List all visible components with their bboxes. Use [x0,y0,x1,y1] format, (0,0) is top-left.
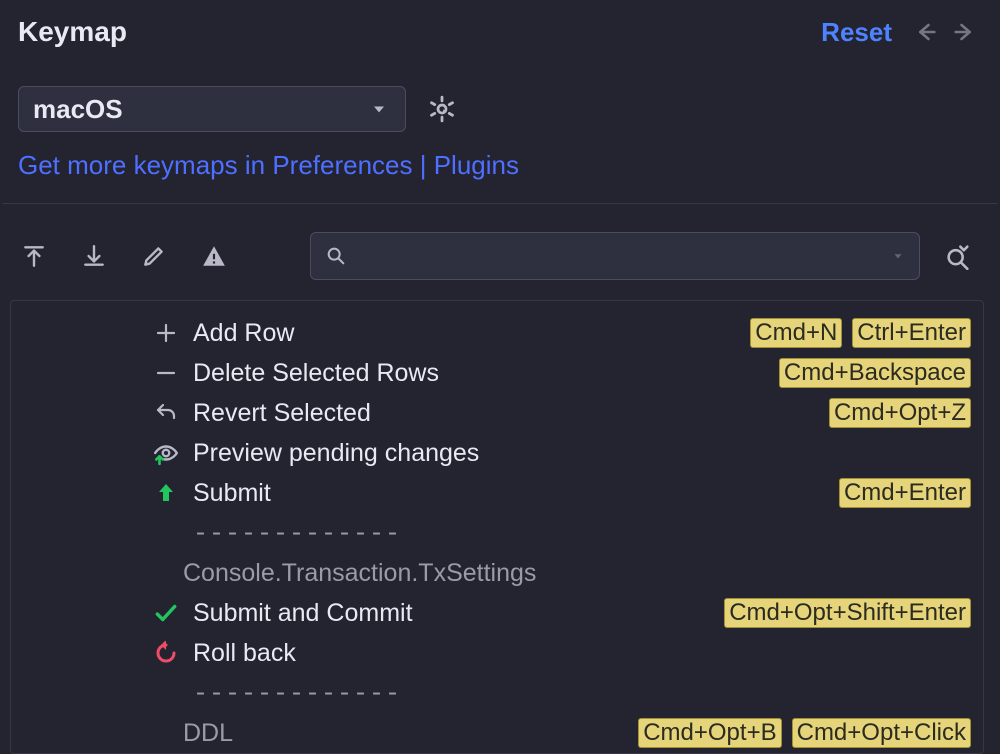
check-icon [151,598,181,628]
chevron-down-icon[interactable] [891,249,905,263]
action-row[interactable]: DDL Cmd+Opt+B Cmd+Opt+Click [15,713,979,753]
separator-label: ------------- [193,679,401,708]
edit-icon[interactable] [138,240,170,272]
undo-icon [151,398,181,428]
shortcuts: Cmd+Enter [839,478,971,508]
action-label: Revert Selected [193,399,371,428]
action-label: Delete Selected Rows [193,359,439,388]
action-label: Roll back [193,639,296,668]
search-input[interactable] [310,232,920,280]
eye-up-icon [151,438,181,468]
back-icon[interactable] [910,17,940,47]
page-title: Keymap [18,16,127,48]
shortcut-badge: Cmd+Opt+Click [792,718,971,748]
action-label: Console.Transaction.TxSettings [183,559,536,588]
link-text: Get more keymaps in Preferences | Plugin… [18,150,519,180]
search-field[interactable] [357,241,881,271]
shortcut-badge: Cmd+Opt+Shift+Enter [724,598,971,628]
nav-arrows [910,17,980,47]
action-row[interactable]: Preview pending changes [15,433,979,473]
shortcuts: Cmd+N Ctrl+Enter [750,318,971,348]
shortcut-badge: Cmd+Opt+Z [829,398,971,428]
keymap-select[interactable]: macOS [18,86,406,132]
gear-icon[interactable] [426,93,458,125]
warning-icon[interactable] [198,240,230,272]
toolbar-left [18,240,230,272]
action-row[interactable]: Revert Selected Cmd+Opt+Z [15,393,979,433]
shortcuts: Cmd+Backspace [779,358,971,388]
separator-label: ------------- [193,519,401,548]
forward-icon[interactable] [950,17,980,47]
find-by-shortcut-icon[interactable] [942,240,974,272]
chevron-down-icon [369,99,389,119]
action-row[interactable]: Add Row Cmd+N Ctrl+Enter [15,313,979,353]
toolbar [0,204,1000,292]
header: Keymap Reset [0,0,1000,56]
collapse-all-icon[interactable] [78,240,110,272]
shortcuts: Cmd+Opt+Z [829,398,971,428]
rollback-icon [151,638,181,668]
shortcut-badge: Cmd+Enter [839,478,971,508]
action-label: Submit [193,479,271,508]
minus-icon [151,358,181,388]
plus-icon [151,318,181,348]
reset-button[interactable]: Reset [821,17,892,48]
shortcut-badge: Cmd+Opt+B [638,718,781,748]
shortcuts: Cmd+Opt+B Cmd+Opt+Click [638,718,971,748]
action-label: DDL [183,719,233,748]
shortcut-badge: Cmd+Backspace [779,358,971,388]
action-row[interactable]: Roll back [15,633,979,673]
action-label: Submit and Commit [193,599,413,628]
action-label: Preview pending changes [193,439,479,468]
shortcut-badge: Cmd+N [750,318,842,348]
action-row[interactable]: Submit Cmd+Enter [15,473,979,513]
header-actions: Reset [821,17,980,48]
search-icon [325,245,347,267]
action-label: Add Row [193,319,294,348]
get-more-keymaps-link[interactable]: Get more keymaps in Preferences | Plugin… [0,150,1000,203]
separator-row: ------------- [15,673,979,713]
up-g-icon [151,478,181,508]
shortcut-badge: Ctrl+Enter [852,318,971,348]
action-row[interactable]: Console.Transaction.TxSettings [15,553,979,593]
action-row[interactable]: Delete Selected Rows Cmd+Backspace [15,353,979,393]
shortcuts: Cmd+Opt+Shift+Enter [724,598,971,628]
expand-all-icon[interactable] [18,240,50,272]
separator-row: ------------- [15,513,979,553]
toolbar-right [936,240,980,272]
keymap-selector-row: macOS [0,56,1000,150]
action-row[interactable]: Submit and Commit Cmd+Opt+Shift+Enter [15,593,979,633]
keymap-select-value: macOS [33,94,123,125]
actions-panel: Add Row Cmd+N Ctrl+Enter Delete Selected Ro… [10,300,984,754]
